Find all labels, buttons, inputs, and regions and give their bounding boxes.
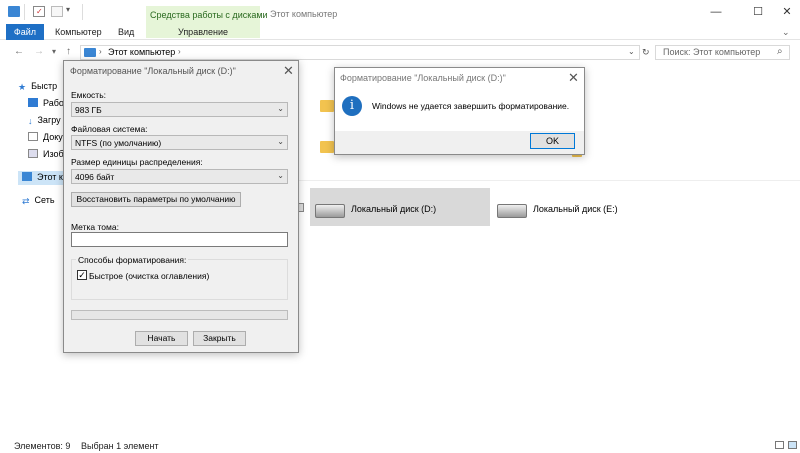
disk-tools-label: Средства работы с дисками bbox=[150, 10, 268, 20]
address-path[interactable]: Этот компьютер bbox=[108, 47, 175, 57]
capacity-select[interactable]: 983 ГБ ⌄ bbox=[71, 102, 288, 117]
quick-access-dropdown-icon[interactable]: ▾ bbox=[66, 5, 70, 14]
allocation-select[interactable]: 4096 байт ⌄ bbox=[71, 169, 288, 184]
sidebar-item-network[interactable]: ⇄ Сеть bbox=[22, 195, 55, 209]
chevron-down-icon: ⌄ bbox=[277, 137, 284, 146]
chevron-right-icon[interactable]: › bbox=[178, 47, 181, 56]
tab-manage[interactable]: Управление bbox=[170, 24, 236, 40]
folder-icon[interactable] bbox=[320, 100, 334, 112]
chevron-down-icon: ⌄ bbox=[277, 171, 284, 180]
sidebar-item-label: Изоб bbox=[43, 149, 64, 159]
sidebar-item-label: Доку bbox=[43, 132, 63, 142]
format-options-label: Способы форматирования: bbox=[76, 255, 189, 265]
format-progress-bar bbox=[71, 310, 288, 320]
up-icon[interactable]: ↑ bbox=[66, 46, 71, 57]
back-icon[interactable]: ← bbox=[14, 46, 24, 57]
close-icon[interactable]: ✕ bbox=[568, 70, 579, 86]
tab-file[interactable]: Файл bbox=[6, 24, 44, 40]
expand-ribbon-icon[interactable]: ⌄ bbox=[782, 27, 790, 38]
filesystem-label: Файловая система: bbox=[71, 124, 148, 134]
new-folder-icon[interactable] bbox=[51, 6, 63, 17]
restore-defaults-button[interactable]: Восстановить параметры по умолчанию bbox=[71, 192, 241, 207]
tab-computer[interactable]: Компьютер bbox=[47, 24, 110, 40]
status-item-count: Элементов: 9 bbox=[14, 441, 71, 451]
picture-icon bbox=[28, 149, 38, 158]
properties-icon[interactable]: ✓ bbox=[33, 6, 45, 17]
info-icon: i bbox=[342, 96, 362, 116]
forward-icon[interactable]: → bbox=[34, 46, 44, 57]
minimize-button[interactable]: — bbox=[705, 4, 727, 20]
address-dropdown-icon[interactable]: ⌄ bbox=[628, 47, 635, 56]
close-button[interactable]: Закрыть bbox=[193, 331, 246, 346]
document-icon bbox=[28, 132, 38, 141]
sidebar-item-documents[interactable]: Доку bbox=[28, 132, 63, 146]
window-title: Этот компьютер bbox=[270, 9, 338, 19]
chevron-down-icon: ⌄ bbox=[277, 104, 284, 113]
details-view-icon[interactable] bbox=[775, 441, 784, 449]
volume-label-input[interactable] bbox=[71, 232, 288, 247]
sidebar-item-quick-access[interactable]: ★ Быстр bbox=[18, 81, 57, 95]
large-icons-view-icon[interactable] bbox=[788, 441, 797, 449]
divider bbox=[82, 4, 83, 20]
allocation-label: Размер единицы распределения: bbox=[71, 157, 203, 167]
error-message: Windows не удается завершить форматирова… bbox=[372, 101, 570, 111]
close-window-button[interactable]: ✕ bbox=[776, 4, 798, 20]
ok-button[interactable]: OK bbox=[530, 133, 575, 149]
sidebar-item-label: Быстр bbox=[31, 81, 58, 91]
hard-drive-icon bbox=[497, 204, 527, 218]
refresh-icon[interactable]: ↻ bbox=[642, 47, 650, 58]
network-icon: ⇄ bbox=[22, 196, 30, 206]
filesystem-value: NTFS (по умолчанию) bbox=[75, 138, 162, 148]
folder-icon[interactable] bbox=[320, 141, 334, 153]
close-icon[interactable]: ✕ bbox=[283, 63, 294, 79]
hard-drive-icon bbox=[315, 204, 345, 218]
divider bbox=[24, 4, 25, 20]
sidebar-item-label: Сеть bbox=[34, 195, 55, 205]
allocation-value: 4096 байт bbox=[75, 172, 115, 182]
sidebar-item-downloads[interactable]: ↓ Загру bbox=[28, 115, 61, 129]
volume-label-caption: Метка тома: bbox=[71, 222, 119, 232]
sidebar-item-pictures[interactable]: Изоб bbox=[28, 149, 64, 163]
drive-d-label: Локальный диск (D:) bbox=[351, 204, 437, 214]
status-selected: Выбран 1 элемент bbox=[81, 441, 159, 451]
recent-locations-icon[interactable]: ▾ bbox=[52, 47, 56, 56]
desktop-icon bbox=[28, 98, 38, 107]
download-icon: ↓ bbox=[28, 116, 33, 126]
computer-icon bbox=[22, 172, 32, 181]
error-dialog-title: Форматирование "Локальный диск (D:)" bbox=[340, 73, 506, 83]
title-bar bbox=[0, 0, 800, 26]
maximize-button[interactable]: ☐ bbox=[747, 4, 769, 20]
search-icon[interactable]: ⌕ bbox=[777, 46, 783, 57]
sidebar-item-label: Загру bbox=[37, 115, 61, 125]
tab-view[interactable]: Вид bbox=[110, 24, 142, 40]
capacity-value: 983 ГБ bbox=[75, 105, 102, 115]
filesystem-select[interactable]: NTFS (по умолчанию) ⌄ bbox=[71, 135, 288, 150]
star-icon: ★ bbox=[18, 82, 27, 92]
start-button[interactable]: Начать bbox=[135, 331, 188, 346]
quick-format-label[interactable]: Быстрое (очистка оглавления) bbox=[89, 271, 209, 281]
drive-e-label: Локальный диск (E:) bbox=[533, 204, 618, 214]
quick-format-checkbox[interactable]: ✓ bbox=[77, 270, 87, 280]
search-placeholder[interactable]: Поиск: Этот компьютер bbox=[663, 47, 760, 57]
computer-icon bbox=[8, 6, 20, 17]
sidebar-item-this-pc[interactable]: Этот ко bbox=[22, 172, 68, 186]
computer-icon bbox=[84, 48, 96, 57]
capacity-label: Емкость: bbox=[71, 90, 106, 100]
chevron-right-icon[interactable]: › bbox=[99, 47, 102, 56]
format-dialog-title: Форматирование "Локальный диск (D:)" bbox=[70, 66, 236, 76]
